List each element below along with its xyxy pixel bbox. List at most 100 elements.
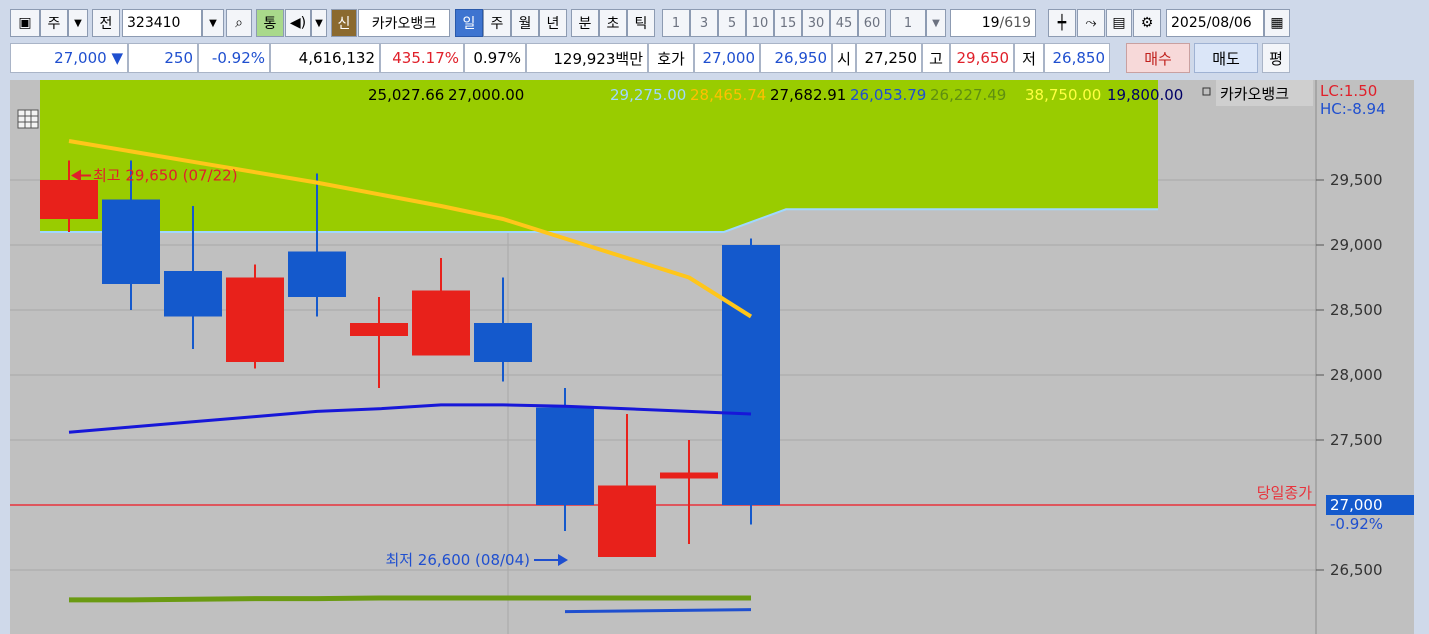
y-tick-label: 26,500 bbox=[1330, 561, 1383, 579]
eval-button[interactable]: 평 bbox=[1262, 43, 1290, 73]
tong-button[interactable]: 통 bbox=[256, 9, 284, 37]
period-tab-month[interactable]: 월 bbox=[511, 9, 539, 37]
grid-table-icon bbox=[17, 109, 39, 129]
candle-body bbox=[288, 251, 346, 297]
interval-45[interactable]: 45 bbox=[830, 9, 858, 37]
legend-value: 26,053.79 bbox=[850, 86, 926, 104]
change-percent: -0.92% bbox=[198, 43, 270, 73]
interval-3[interactable]: 3 bbox=[690, 9, 718, 37]
new-badge[interactable]: 신 bbox=[331, 9, 357, 37]
axis-area bbox=[1317, 80, 1420, 634]
page-current: 19 bbox=[981, 15, 1000, 31]
candle-body bbox=[660, 472, 718, 479]
ma-line-green bbox=[69, 595, 751, 603]
period-tab-week[interactable]: 주 bbox=[483, 9, 511, 37]
legend-stock-name: 카카오뱅크 bbox=[1220, 85, 1289, 103]
y-tick-label: 28,000 bbox=[1330, 366, 1383, 384]
stock-code-input[interactable]: 323410 bbox=[122, 9, 202, 37]
low-label: 저 bbox=[1014, 43, 1044, 73]
period-tab-year[interactable]: 년 bbox=[539, 9, 567, 37]
legend-value: 28,465.74 bbox=[690, 86, 766, 104]
legend-value: 29,275.00 bbox=[610, 86, 686, 104]
candle-body bbox=[102, 199, 160, 284]
interval-60[interactable]: 60 bbox=[858, 9, 886, 37]
turnover-rate: 0.97% bbox=[464, 43, 526, 73]
buy-button[interactable]: 매수 bbox=[1126, 43, 1190, 73]
right-edge bbox=[1414, 80, 1420, 634]
current-price-label: 당일종가 bbox=[1257, 484, 1312, 502]
code-dropdown-icon[interactable]: ▼ bbox=[202, 9, 224, 37]
sell-button[interactable]: 매도 bbox=[1194, 43, 1258, 73]
date-input[interactable]: 2025/08/06 bbox=[1166, 9, 1264, 37]
y-tick-label: 28,500 bbox=[1330, 301, 1383, 319]
save-icon[interactable]: ▤ bbox=[1106, 9, 1132, 37]
y-tick-label: 29,000 bbox=[1330, 236, 1383, 254]
period-tab-day[interactable]: 일 bbox=[455, 9, 483, 37]
page-counter[interactable]: 19/619 bbox=[950, 9, 1036, 37]
ma-line-lower-blue bbox=[564, 608, 752, 614]
interval-5[interactable]: 5 bbox=[718, 9, 746, 37]
legend-value: 26,227.49 bbox=[930, 86, 1006, 104]
interval-30[interactable]: 30 bbox=[802, 9, 830, 37]
trade-amount: 129,923백만 bbox=[526, 43, 648, 73]
lc-label: LC:1.50 bbox=[1320, 82, 1377, 100]
current-price-tag-text: 27,000 bbox=[1330, 496, 1383, 514]
legend-value: 19,800.00 bbox=[1107, 86, 1183, 104]
down-arrow-icon: ▼ bbox=[111, 49, 123, 67]
current-price-pct: -0.92% bbox=[1330, 515, 1383, 533]
candle-body bbox=[536, 407, 594, 505]
interval-dropdown-icon[interactable]: ▼ bbox=[926, 9, 946, 37]
y-tick-label: 29,500 bbox=[1330, 171, 1383, 189]
volume: 4,616,132 bbox=[270, 43, 380, 73]
price-chart[interactable]: 29,500 29,000 28,500 28,000 27,500 26,500 최고 2… bbox=[10, 80, 1420, 634]
speaker-dropdown-icon[interactable]: ▼ bbox=[311, 9, 327, 37]
high-annotation: 최고 29,650 (07/22) bbox=[93, 167, 238, 185]
window-icon[interactable]: ▣ bbox=[10, 9, 40, 37]
market-select[interactable]: 주 bbox=[40, 9, 68, 37]
line-tool-icon[interactable]: ⤳ bbox=[1077, 9, 1105, 37]
legend-value: 27,682.91 bbox=[770, 86, 846, 104]
market-dropdown-icon[interactable]: ▼ bbox=[68, 9, 88, 37]
candle-body bbox=[474, 323, 532, 362]
candle-body bbox=[164, 271, 222, 317]
main-toolbar: ▣ 주 ▼ 전 323410 ▼ ⌕ 통 ◀) ▼ 신 카카오뱅크 일 주 월 … bbox=[0, 0, 1429, 42]
volume-ratio: 435.17% bbox=[380, 43, 464, 73]
change-value: 250 bbox=[128, 43, 198, 73]
speaker-icon[interactable]: ◀) bbox=[285, 9, 311, 37]
low-price: 26,850 bbox=[1044, 43, 1110, 73]
low-annotation: 최저 26,600 (08/04) bbox=[385, 551, 530, 569]
period-tab-second[interactable]: 초 bbox=[599, 9, 627, 37]
hc-label: HC:-8.94 bbox=[1320, 100, 1386, 118]
legend-value: 27,000.00 bbox=[448, 86, 524, 104]
high-label: 고 bbox=[922, 43, 950, 73]
ask-price: 27,000 bbox=[694, 43, 760, 73]
candle-body bbox=[412, 290, 470, 356]
price-value: 27,000 bbox=[54, 49, 107, 67]
interval-1[interactable]: 1 bbox=[662, 9, 690, 37]
stock-name: 카카오뱅크 bbox=[358, 9, 450, 37]
candle-body bbox=[598, 485, 656, 557]
interval-10[interactable]: 10 bbox=[746, 9, 774, 37]
search-icon[interactable]: ⌕ bbox=[226, 9, 252, 37]
legend-value: 25,027.66 bbox=[368, 86, 444, 104]
y-tick-label: 27,500 bbox=[1330, 431, 1383, 449]
gear-icon[interactable]: ⚙ bbox=[1133, 9, 1161, 37]
hoga-label: 호가 bbox=[648, 43, 694, 73]
page-total: /619 bbox=[999, 15, 1031, 31]
period-tab-minute[interactable]: 분 bbox=[571, 9, 599, 37]
high-price: 29,650 bbox=[950, 43, 1014, 73]
period-tab-tick[interactable]: 틱 bbox=[627, 9, 655, 37]
candle-body bbox=[40, 180, 98, 219]
candle-body bbox=[350, 323, 408, 336]
interval-15[interactable]: 15 bbox=[774, 9, 802, 37]
chart-canvas: 29,500 29,000 28,500 28,000 27,500 26,500 최고 2… bbox=[10, 80, 1420, 634]
candle-type-icon[interactable]: ┿ bbox=[1048, 9, 1076, 37]
open-label: 시 bbox=[832, 43, 856, 73]
open-price: 27,250 bbox=[856, 43, 922, 73]
bid-price: 26,950 bbox=[760, 43, 832, 73]
candle-body bbox=[226, 277, 284, 362]
current-price: 27,000 ▼ bbox=[10, 43, 128, 73]
prev-button[interactable]: 전 bbox=[92, 9, 120, 37]
interval-input[interactable]: 1 bbox=[890, 9, 926, 37]
calendar-icon[interactable]: ▦ bbox=[1264, 9, 1290, 37]
